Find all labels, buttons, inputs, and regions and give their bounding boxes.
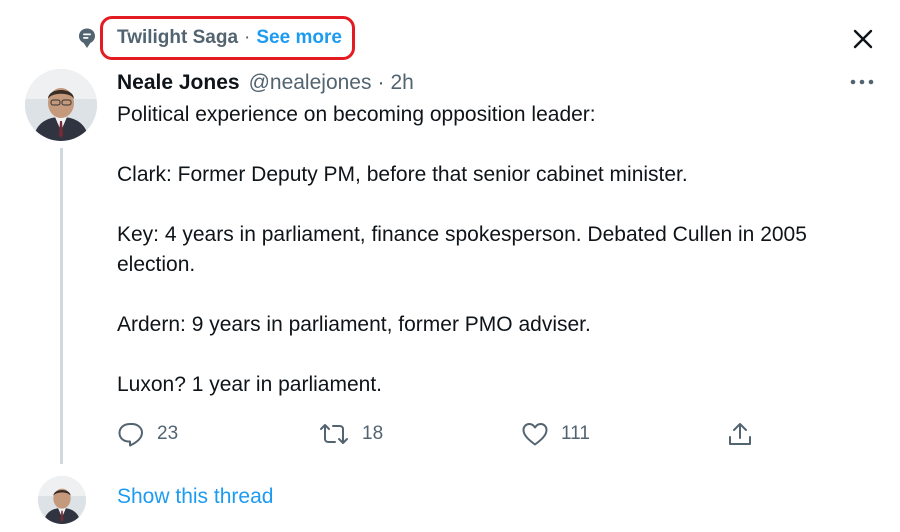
reply-button[interactable]: 23 <box>117 418 178 450</box>
more-icon <box>850 79 874 85</box>
tweet-line: Ardern: 9 years in parliament, former PM… <box>117 313 591 336</box>
tweet-line: Clark: Former Deputy PM, before that sen… <box>117 163 688 186</box>
thread-connector-line <box>60 148 63 464</box>
reply-icon <box>118 423 143 447</box>
author-name[interactable]: Neale Jones <box>117 71 240 95</box>
like-count: 111 <box>561 423 590 444</box>
topic-name[interactable]: Twilight Saga <box>117 27 238 49</box>
topic-icon <box>76 27 98 49</box>
topic-highlight: Twilight Saga · See more <box>100 16 355 60</box>
show-thread-link[interactable]: Show this thread <box>117 485 273 509</box>
close-button[interactable] <box>848 24 878 54</box>
more-options-button[interactable] <box>846 70 878 94</box>
retweet-icon <box>320 424 348 444</box>
header-separator: · <box>377 71 385 94</box>
tweet-timestamp[interactable]: 2h <box>390 71 413 95</box>
author-handle[interactable]: @nealejones <box>249 71 372 95</box>
tweet-header: Neale Jones @nealejones · 2h <box>117 69 414 97</box>
share-icon <box>729 423 751 445</box>
tweet-text: Political experience on becoming opposit… <box>117 100 887 400</box>
thread-avatar[interactable] <box>38 476 86 524</box>
see-more-link[interactable]: See more <box>256 27 342 49</box>
tweet-line: Key: 4 years in parliament, finance spok… <box>117 223 807 276</box>
topic-separator: · <box>244 27 251 48</box>
share-button[interactable] <box>726 418 754 450</box>
retweet-count: 18 <box>362 423 384 444</box>
avatar[interactable] <box>25 69 97 141</box>
like-icon <box>522 423 548 446</box>
like-button[interactable]: 111 <box>521 418 590 450</box>
tweet-line: Luxon? 1 year in parliament. <box>117 373 382 396</box>
retweet-button[interactable]: 18 <box>318 418 383 450</box>
reply-count: 23 <box>157 423 179 444</box>
close-icon <box>853 29 873 49</box>
tweet-line: Political experience on becoming opposit… <box>117 103 596 126</box>
topic-header: Twilight Saga · See more <box>76 16 355 60</box>
